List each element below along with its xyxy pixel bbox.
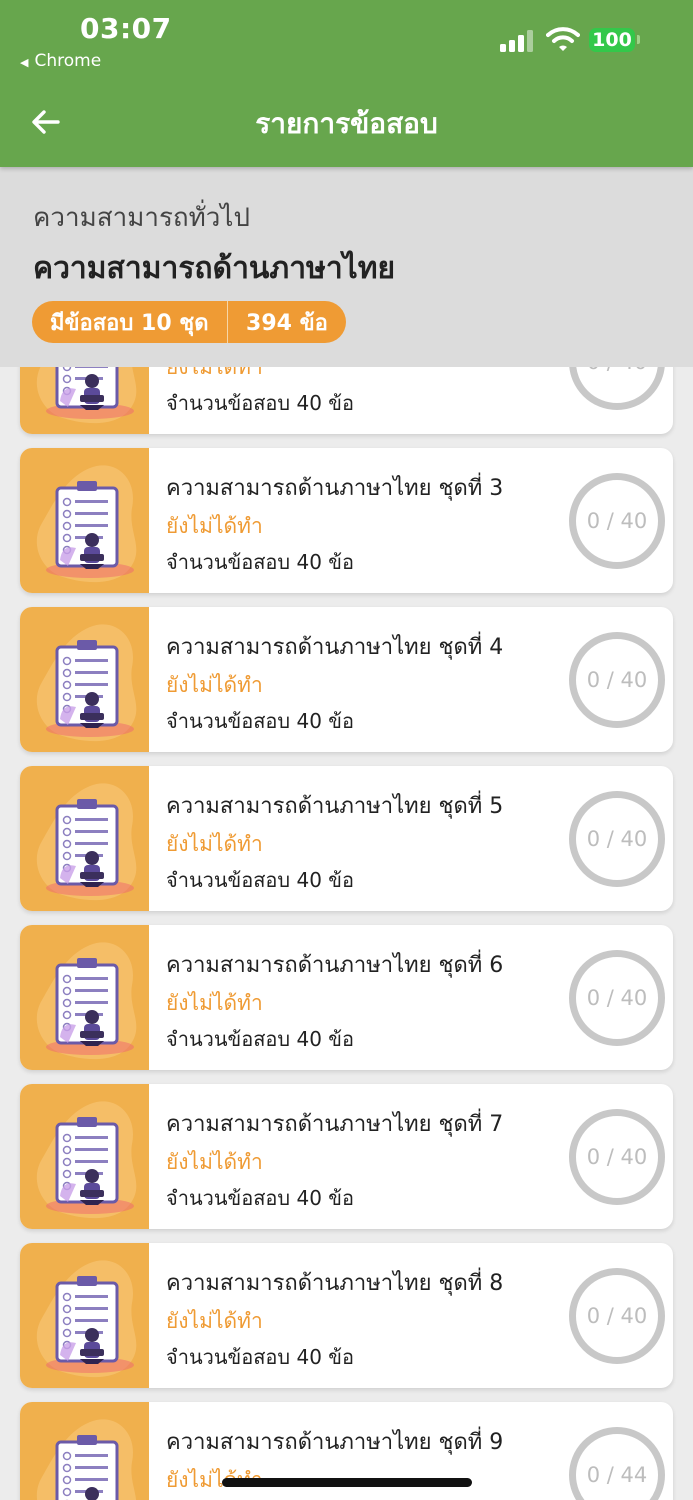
progress-text: 0 / 44 <box>586 1463 648 1487</box>
exam-thumbnail <box>20 1402 149 1500</box>
progress-ring: 0 / 40 <box>569 791 665 887</box>
progress-ring: 0 / 40 <box>569 473 665 569</box>
progress-text: 0 / 40 <box>586 668 648 692</box>
progress-text: 0 / 40 <box>586 509 648 533</box>
exam-thumbnail <box>20 766 149 911</box>
progress-text: 0 / 40 <box>586 1304 648 1328</box>
exam-thumbnail <box>20 1084 149 1229</box>
progress-text: 0 / 40 <box>586 1145 648 1169</box>
clipboard-person-icon <box>36 1419 136 1500</box>
subject-title: ความสามารถด้านภาษาไทย <box>33 251 396 286</box>
progress-text: 0 / 40 <box>586 986 648 1010</box>
exam-thumbnail <box>20 448 149 593</box>
progress-ring: 0 / 44 <box>569 1427 665 1500</box>
cellular-signal-icon <box>500 30 534 52</box>
exam-card[interactable]: ยังไม่ได้ทำ จำนวนข้อสอบ 40 ข้อ 0 / 40 <box>20 367 673 434</box>
exam-card[interactable]: ความสามารถด้านภาษาไทย ชุดที่ 5 ยังไม่ได้… <box>20 766 673 911</box>
exam-title: ความสามารถด้านภาษาไทย ชุดที่ 7 <box>166 1112 504 1137</box>
exam-thumbnail <box>20 607 149 752</box>
app-bar: 03:07 ◀ Chrome 100 รายการข้อสอบ <box>0 0 693 167</box>
exam-card[interactable]: ความสามารถด้านภาษาไทย ชุดที่ 8 ยังไม่ได้… <box>20 1243 673 1388</box>
exam-card[interactable]: ความสามารถด้านภาษาไทย ชุดที่ 4 ยังไม่ได้… <box>20 607 673 752</box>
progress-text: 0 / 40 <box>586 827 648 851</box>
exam-title: ความสามารถด้านภาษาไทย ชุดที่ 3 <box>166 476 504 501</box>
battery-tip <box>637 35 640 44</box>
exam-status: ยังไม่ได้ทำ <box>166 514 263 538</box>
exam-question-count: จำนวนข้อสอบ 40 ข้อ <box>166 550 354 574</box>
status-time: 03:07 <box>80 12 172 45</box>
exam-question-count: จำนวนข้อสอบ 40 ข้อ <box>166 1186 354 1210</box>
exam-title: ความสามารถด้านภาษาไทย ชุดที่ 9 <box>166 1430 504 1455</box>
exam-status: ยังไม่ได้ทำ <box>166 673 263 697</box>
exam-card[interactable]: ความสามารถด้านภาษาไทย ชุดที่ 7 ยังไม่ได้… <box>20 1084 673 1229</box>
clipboard-person-icon <box>36 624 137 742</box>
clipboard-person-icon <box>36 942 137 1060</box>
wifi-icon <box>546 27 580 51</box>
progress-ring: 0 / 40 <box>569 1109 665 1205</box>
exam-status: ยังไม่ได้ทำ <box>166 991 263 1015</box>
page-title: รายการข้อสอบ <box>255 107 438 140</box>
battery-indicator: 100 <box>589 28 635 52</box>
clipboard-person-icon <box>36 1101 137 1219</box>
exam-status: ยังไม่ได้ทำ <box>166 1150 263 1174</box>
progress-ring: 0 / 40 <box>569 950 665 1046</box>
exam-title: ความสามารถด้านภาษาไทย ชุดที่ 8 <box>166 1271 504 1296</box>
clipboard-person-icon <box>36 1260 137 1378</box>
progress-ring: 0 / 40 <box>569 367 665 410</box>
exam-status: ยังไม่ได้ทำ <box>166 1309 263 1333</box>
exam-status: ยังไม่ได้ทำ <box>166 367 263 379</box>
exam-question-count: จำนวนข้อสอบ 40 ข้อ <box>166 391 354 415</box>
exam-title: ความสามารถด้านภาษาไทย ชุดที่ 5 <box>166 794 504 819</box>
exam-question-count: จำนวนข้อสอบ 40 ข้อ <box>166 1027 354 1051</box>
exam-status: ยังไม่ได้ทำ <box>166 832 263 856</box>
sets-count: มีข้อสอบ 10 ชุด <box>50 310 209 336</box>
progress-text: 0 / 40 <box>587 367 648 374</box>
exam-question-count: จำนวนข้อสอบ 40 ข้อ <box>166 709 354 733</box>
clipboard-person-icon <box>36 783 137 901</box>
back-app-label: Chrome <box>34 51 102 71</box>
back-triangle-icon: ◀ <box>20 56 29 69</box>
category-label: ความสามารถทั่วไป <box>33 203 250 233</box>
home-indicator <box>222 1478 472 1487</box>
back-to-app[interactable]: ◀ Chrome <box>20 51 101 71</box>
exam-thumbnail <box>20 925 149 1070</box>
exam-title: ความสามารถด้านภาษาไทย ชุดที่ 6 <box>166 953 504 978</box>
exam-list[interactable]: ยังไม่ได้ทำ จำนวนข้อสอบ 40 ข้อ 0 / 40 <box>0 367 693 1500</box>
exam-summary-badge: มีข้อสอบ 10 ชุด 394 ข้อ <box>32 301 346 343</box>
clipboard-person-icon <box>36 465 137 583</box>
clipboard-person-icon <box>36 367 137 424</box>
exam-question-count: จำนวนข้อสอบ 40 ข้อ <box>166 1345 354 1369</box>
progress-ring: 0 / 40 <box>569 1268 665 1364</box>
subject-header: ความสามารถทั่วไป ความสามารถด้านภาษาไทย ม… <box>0 167 693 367</box>
exam-thumbnail <box>20 367 149 434</box>
exam-card[interactable]: ความสามารถด้านภาษาไทย ชุดที่ 6 ยังไม่ได้… <box>20 925 673 1070</box>
exam-thumbnail <box>20 1243 149 1388</box>
exam-question-count: จำนวนข้อสอบ 40 ข้อ <box>166 868 354 892</box>
exam-title: ความสามารถด้านภาษาไทย ชุดที่ 4 <box>166 635 504 660</box>
progress-ring: 0 / 40 <box>569 632 665 728</box>
exam-card[interactable]: ความสามารถด้านภาษาไทย ชุดที่ 3 ยังไม่ได้… <box>20 448 673 593</box>
questions-count: 394 ข้อ <box>246 310 328 336</box>
